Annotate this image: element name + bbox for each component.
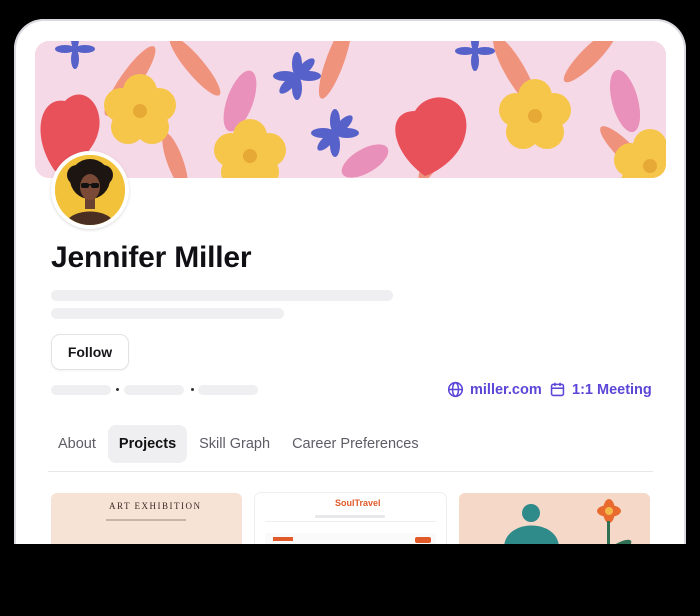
tab-skill-graph[interactable]: Skill Graph — [189, 428, 280, 460]
meeting-link[interactable]: 1:1 Meeting — [549, 381, 652, 398]
tab-about[interactable]: About — [48, 428, 106, 460]
profile-name: Jennifer Miller — [51, 241, 252, 274]
profile-card: Jennifer Miller Follow miller.com 1:1 Me… — [14, 19, 686, 579]
profile-tabs: About Projects Skill Graph Career Prefer… — [48, 425, 431, 463]
avatar[interactable] — [51, 151, 129, 229]
meeting-label: 1:1 Meeting — [572, 381, 652, 398]
follow-button[interactable]: Follow — [51, 334, 129, 370]
meta-placeholder-3 — [198, 385, 258, 395]
tab-projects[interactable]: Projects — [107, 425, 188, 463]
bio-placeholder-line-2 — [51, 308, 284, 319]
globe-icon — [447, 381, 464, 398]
meta-separator-2 — [191, 388, 194, 391]
meta-placeholder-2 — [124, 385, 184, 395]
project-title: ART EXHIBITION — [109, 501, 202, 511]
calendar-icon — [550, 382, 565, 397]
meta-placeholder-1 — [51, 385, 111, 395]
website-label: miller.com — [470, 381, 542, 398]
website-link[interactable]: miller.com — [447, 381, 542, 398]
tab-career-preferences[interactable]: Career Preferences — [282, 428, 429, 460]
project-title: SoulTravel — [335, 498, 381, 508]
tabs-divider — [48, 471, 653, 472]
bottom-mask — [0, 544, 700, 616]
meta-separator-1 — [116, 388, 119, 391]
bio-placeholder-line-1 — [51, 290, 393, 301]
cover-banner — [35, 41, 666, 178]
